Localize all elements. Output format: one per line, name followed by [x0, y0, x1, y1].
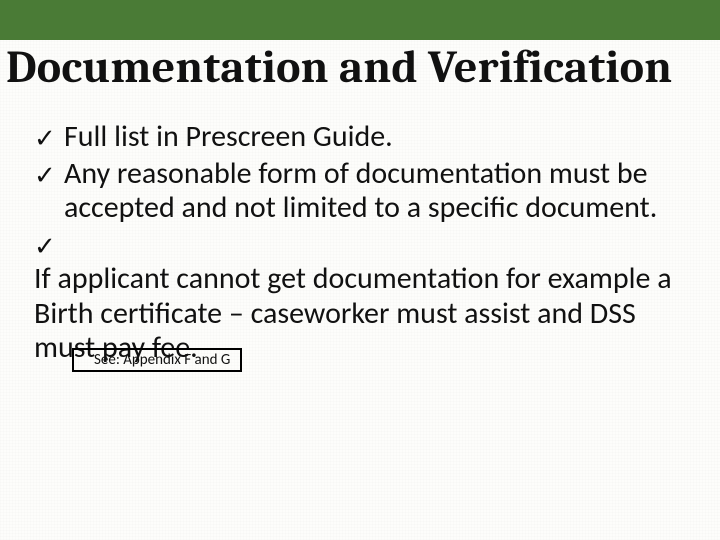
slide: Documentation and Verification ✓ Full li… — [0, 0, 720, 540]
top-accent-bar — [0, 0, 720, 40]
list-item: ✓ Full list in Prescreen Guide. — [34, 120, 686, 155]
bullet-list: ✓ Full list in Prescreen Guide. ✓ Any re… — [34, 120, 686, 366]
reference-box: See: Appendix F and G — [72, 348, 242, 372]
checkmark-icon: ✓ — [34, 157, 64, 226]
checkmark-icon: ✓ — [34, 228, 64, 263]
list-item-text: Full list in Prescreen Guide. — [64, 120, 686, 155]
slide-title: Documentation and Verification — [6, 44, 714, 92]
list-item: ✓ Any reasonable form of documentation m… — [34, 157, 686, 226]
list-item-text: Any reasonable form of documentation mus… — [64, 157, 686, 226]
checkmark-icon: ✓ — [34, 120, 64, 155]
reference-text: See: Appendix F and G — [94, 351, 230, 369]
list-item: ✓ If applicant cannot get documentation … — [34, 228, 686, 366]
